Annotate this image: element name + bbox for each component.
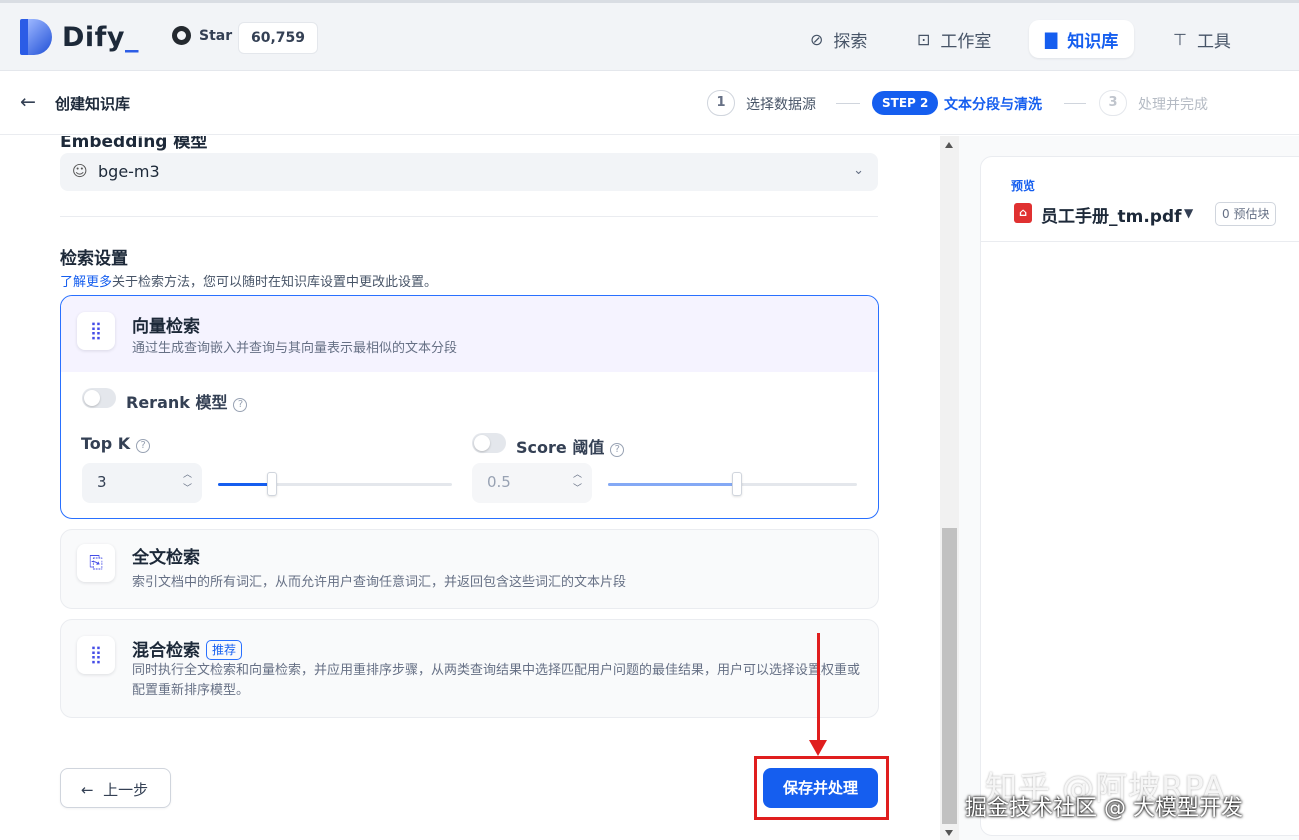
annotation-arrow-head [809,740,827,756]
annotation-highlight-box [754,756,889,820]
nav-studio-label: 工作室 [940,31,992,52]
rerank-toggle[interactable] [82,388,116,408]
hybrid-search-desc: 同时执行全文检索和向量检索，并应用重排序步骤，从两类查询结果中选择匹配用户问题的… [132,663,861,698]
step-2-label: 文本分段与清洗 [944,97,1042,113]
learn-more-link[interactable]: 了解更多 [60,275,112,290]
annotation-arrow-line [817,633,820,743]
nav-knowledge[interactable]: ▇ 知识库 [1029,20,1135,58]
page-title: 创建知识库 [55,95,131,113]
nav-tools[interactable]: ⊤ 工具 [1157,20,1247,58]
scroll-down-icon[interactable] [945,830,953,836]
preview-card: 预览 ⌂ 员工手册_tm.pdf ▼ 0 预估块 [980,156,1299,836]
top-k-value: 3 [97,473,107,491]
github-icon [172,26,191,45]
score-threshold-slider-fill [608,483,737,486]
hybrid-search-title: 混合检索 推荐 [132,636,243,661]
arrow-left-icon: ← [81,781,94,799]
nav-studio[interactable]: ⊡ 工作室 [901,20,1007,58]
dify-logo[interactable]: Dify_ [20,19,139,55]
help-icon[interactable]: ? [233,398,248,412]
step-connector [1064,103,1086,104]
vector-search-desc: 通过生成查询嵌入并查询与其向量表示最相似的文本分段 [132,341,458,356]
nav-explore-label: 探索 [833,31,868,52]
full-text-search-title: 全文检索 [132,548,200,568]
score-threshold-label: Score 阈值? [516,434,625,458]
nav-knowledge-label: 知识库 [1067,31,1119,52]
score-threshold-value: 0.5 [487,473,511,491]
recommended-badge: 推荐 [206,640,243,660]
nav-tools-label: 工具 [1196,31,1231,52]
stepper-arrows-icon[interactable]: ︿ ﹀ [183,468,192,496]
full-text-search-option[interactable]: ⎘ 全文检索 索引文档中的所有词汇，从而允许用户查询任意词汇，并返回包含这些词汇… [60,529,879,609]
help-icon[interactable]: ? [136,439,151,453]
embedding-model-title: Embedding 模型 [60,136,208,152]
back-arrow-icon[interactable]: ← [20,91,36,113]
watermark-juejin: 掘金技术社区 @ 大模型开发 [965,796,1243,821]
previous-step-button[interactable]: ← 上一步 [60,768,171,808]
vector-search-icon: ⣿ [77,312,115,350]
full-text-search-desc: 索引文档中的所有词汇，从而允许用户查询任意词汇，并返回包含这些词汇的文本片段 [132,575,627,590]
score-threshold-input[interactable]: 0.5 ︿ ﹀ [472,463,592,503]
top-k-slider-thumb[interactable] [267,472,277,496]
github-star-count[interactable]: 60,759 [238,22,319,54]
chevron-down-icon[interactable]: ▼ [1184,206,1193,220]
chevron-down-icon: ⌄ [853,163,864,178]
retrieval-settings-desc: 了解更多关于检索方法，您可以随时在知识库设置中更改此设置。 [60,271,437,290]
github-star-button[interactable]: Star [172,26,232,45]
pdf-icon: ⌂ [1014,203,1032,223]
logo-text: Dify_ [62,21,140,53]
dify-logo-mark [20,19,52,55]
top-k-label: Top K? [81,434,151,453]
github-star-label: Star [199,27,233,44]
top-navbar: Dify_ Star 60,759 ⊘ 探索 ⊡ 工作室 ▇ 知识库 ⊤ 工具 [0,0,1299,71]
rerank-label: Rerank 模型? [126,389,248,413]
vertical-scrollbar[interactable] [940,136,959,840]
divider [981,241,1299,242]
step-connector [836,103,860,104]
model-provider-icon: ☺ [72,162,88,180]
preview-panel: 预览 ⌂ 员工手册_tm.pdf ▼ 0 预估块 [959,136,1299,840]
step-1-number: 1 [707,90,735,116]
hybrid-search-icon: ⣿ [77,636,115,674]
robot-icon: ⊡ [917,29,931,49]
book-icon: ▇ [1045,29,1058,49]
scroll-up-icon[interactable] [945,142,953,148]
stepper-arrows-icon[interactable]: ︿ ﹀ [573,468,582,496]
vector-search-option[interactable]: ⣿ 向量检索 通过生成查询嵌入并查询与其向量表示最相似的文本分段 Rerank … [60,295,879,519]
score-threshold-toggle[interactable] [472,433,506,453]
divider [60,216,878,217]
vector-search-title: 向量检索 [132,317,200,337]
tool-icon: ⊤ [1173,29,1187,49]
document-search-icon: ⎘ [77,544,115,582]
settings-panel: Embedding 模型 ☺ bge-m3 ⌄ 检索设置 了解更多关于检索方法，… [0,136,940,840]
preview-label: 预览 [1011,179,1036,193]
embedding-model-select[interactable]: ☺ bge-m3 ⌄ [60,153,878,191]
estimate-chunks-badge: 0 预估块 [1215,202,1277,226]
step-1-label: 选择数据源 [746,97,816,113]
steps-header: ← 创建知识库 1 选择数据源 STEP 2 文本分段与清洗 3 处理并完成 [0,71,1299,135]
nav-explore[interactable]: ⊘ 探索 [794,20,883,58]
top-k-input[interactable]: 3 ︿ ﹀ [82,463,202,503]
hybrid-search-option[interactable]: ⣿ 混合检索 推荐 同时执行全文检索和向量检索，并应用重排序步骤，从两类查询结果中… [60,619,879,718]
scrollbar-thumb[interactable] [942,528,957,824]
step-3-label: 处理并完成 [1138,97,1208,113]
explore-icon: ⊘ [810,29,824,49]
score-threshold-slider-thumb[interactable] [732,472,742,496]
previous-step-label: 上一步 [103,781,149,799]
retrieval-desc-text: 关于检索方法，您可以随时在知识库设置中更改此设置。 [112,275,438,290]
embedding-model-value: bge-m3 [98,162,160,181]
retrieval-settings-title: 检索设置 [60,249,128,269]
help-icon[interactable]: ? [610,443,625,457]
top-k-slider-fill [218,483,272,486]
step-3-number: 3 [1099,90,1127,116]
step-2-badge: STEP 2 [872,91,939,115]
preview-file-name[interactable]: 员工手册_tm.pdf [1041,202,1182,227]
